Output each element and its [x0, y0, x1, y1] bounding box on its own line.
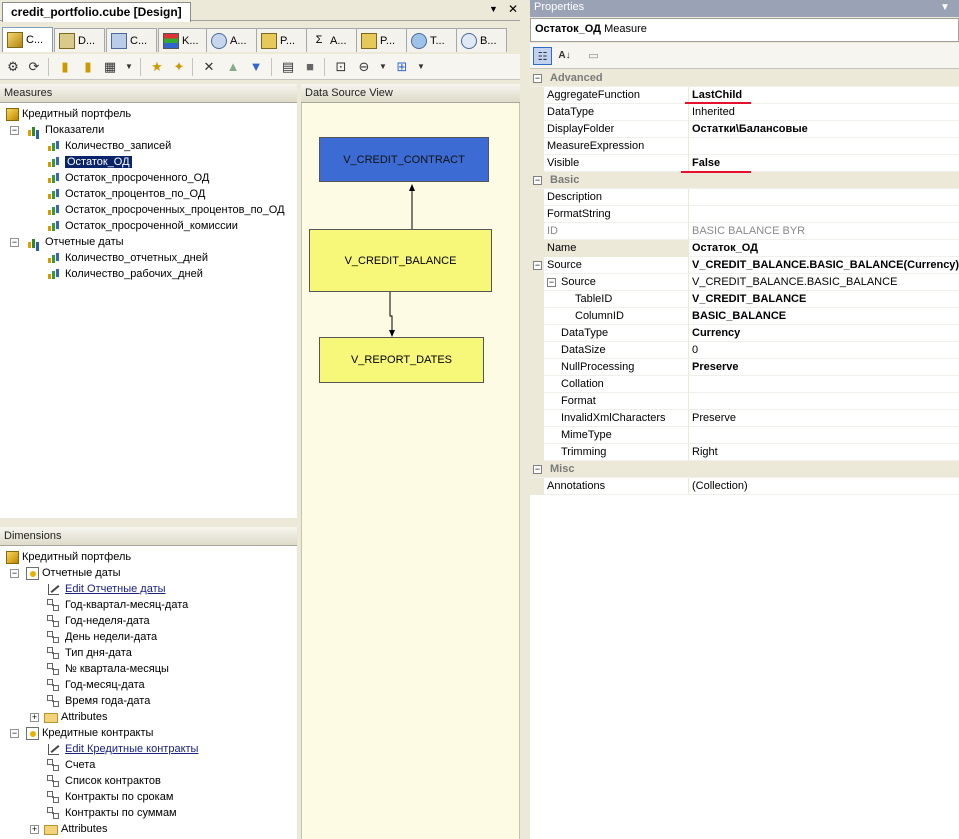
- property-row[interactable]: MimeType: [530, 427, 959, 444]
- dsv-table-dates[interactable]: V_REPORT_DATES: [319, 337, 484, 383]
- property-row[interactable]: Format: [530, 393, 959, 410]
- property-grid: − Advanced AggregateFunction LastChild Dat…: [530, 70, 959, 839]
- property-row[interactable]: DataType Currency: [530, 325, 959, 342]
- property-row[interactable]: Collation: [530, 376, 959, 393]
- property-row[interactable]: ID BASIC BALANCE BYR: [530, 223, 959, 240]
- property-row[interactable]: FormatString: [530, 206, 959, 223]
- collapse-icon[interactable]: −: [533, 465, 542, 474]
- collapse-icon[interactable]: −: [547, 278, 556, 287]
- arrow-up-icon: [409, 184, 415, 191]
- property-row[interactable]: TableID V_CREDIT_BALANCE: [530, 291, 959, 308]
- property-row[interactable]: DataType Inherited: [530, 104, 959, 121]
- property-row[interactable]: Trimming Right: [530, 444, 959, 461]
- triangle-down-icon[interactable]: ▼: [940, 2, 950, 13]
- property-row[interactable]: DisplayFolder Остатки\Балансовые: [530, 121, 959, 138]
- dsv-table-balance[interactable]: V_CREDIT_BALANCE: [309, 229, 492, 292]
- property-row-selected[interactable]: Name Остаток_ОД: [530, 240, 959, 257]
- arrow-down-icon: [389, 330, 395, 337]
- highlight-underline: [681, 171, 751, 173]
- collapse-icon[interactable]: −: [533, 74, 542, 83]
- property-row[interactable]: ColumnID BASIC_BALANCE: [530, 308, 959, 325]
- property-row[interactable]: Description: [530, 189, 959, 206]
- properties-toolbar: ☷ A↓ ▭: [530, 43, 959, 69]
- collapse-icon[interactable]: −: [533, 176, 542, 185]
- property-row[interactable]: Annotations (Collection): [530, 478, 959, 495]
- property-row[interactable]: − Source V_CREDIT_BALANCE.BASIC_BALANCE(Cu…: [530, 257, 959, 274]
- categorized-icon[interactable]: ☷: [533, 47, 552, 65]
- object-selector[interactable]: Остаток_ОД Measure: [530, 18, 959, 42]
- category-advanced[interactable]: − Advanced: [530, 70, 959, 87]
- collapse-icon[interactable]: −: [533, 261, 542, 270]
- alphabetical-icon[interactable]: A↓: [555, 47, 574, 65]
- category-misc[interactable]: − Misc: [530, 461, 959, 478]
- property-row[interactable]: Visible False: [530, 155, 959, 172]
- property-row[interactable]: InvalidXmlCharacters Preserve: [530, 410, 959, 427]
- property-row[interactable]: − Source V_CREDIT_BALANCE.BASIC_BALANCE: [530, 274, 959, 291]
- relationship-line: [389, 292, 393, 332]
- panel-gap: [520, 0, 530, 839]
- property-pages-icon[interactable]: ▭: [584, 47, 603, 65]
- property-row[interactable]: DataSize 0: [530, 342, 959, 359]
- dsv-table-contract[interactable]: V_CREDIT_CONTRACT: [319, 137, 489, 182]
- highlight-underline: [685, 102, 751, 104]
- property-row[interactable]: MeasureExpression: [530, 138, 959, 155]
- category-basic[interactable]: − Basic: [530, 172, 959, 189]
- properties-title-bar: Properties: [530, 0, 959, 17]
- property-row[interactable]: NullProcessing Preserve: [530, 359, 959, 376]
